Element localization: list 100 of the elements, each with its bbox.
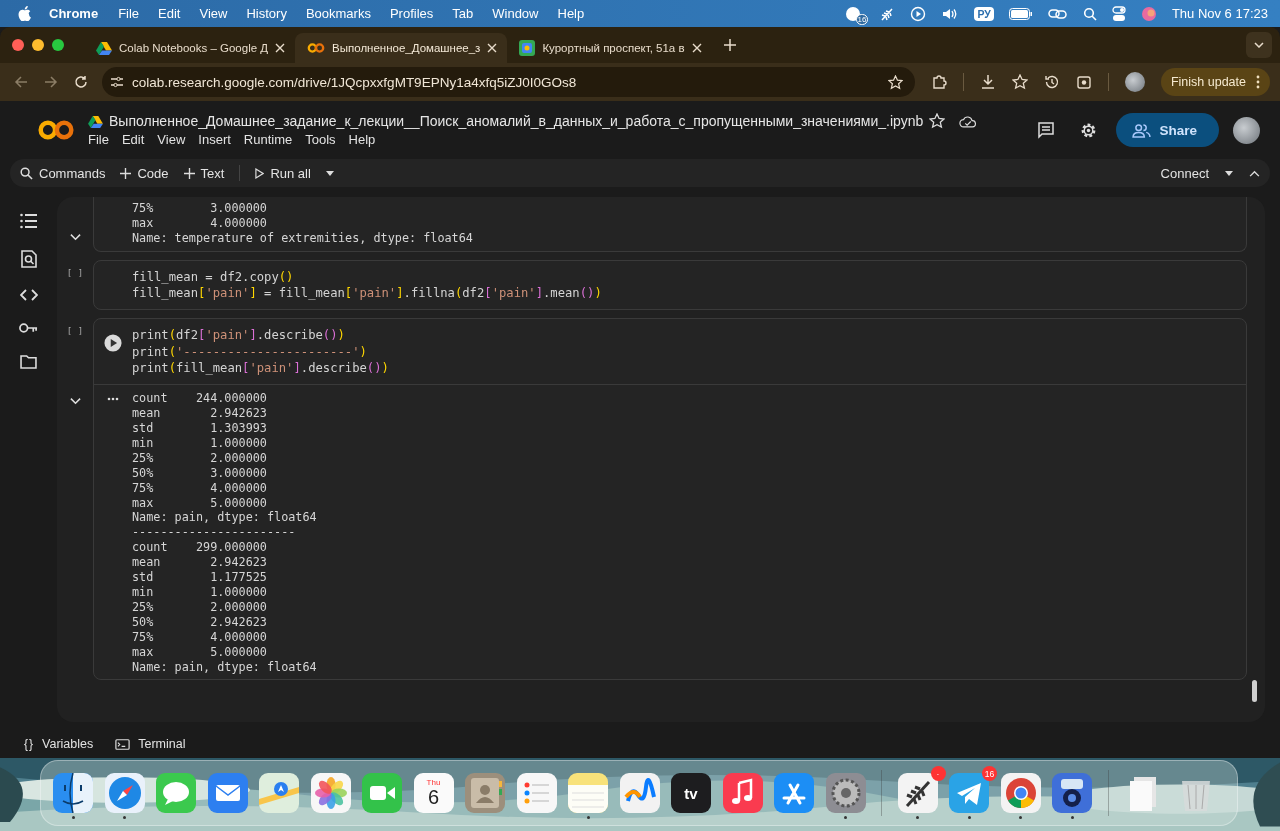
menu-item[interactable]: View (157, 132, 186, 147)
chat-bubble-icon[interactable] (156, 773, 196, 813)
connect-button[interactable]: Connect (1160, 165, 1209, 181)
code-line[interactable]: print(df2['pain'].describe()) (132, 327, 345, 344)
collapse-caret-icon[interactable] (1249, 169, 1260, 177)
address-field[interactable]: colab.research.google.com/drive/1JQcpxxfgMT9EPNy1a4xfq5iZJ0I0GOs8 (102, 67, 915, 97)
music-note-icon[interactable] (722, 773, 763, 813)
camera-search-icon[interactable] (1075, 74, 1092, 90)
plus-icon[interactable] (120, 167, 132, 179)
play-circle-icon[interactable] (910, 5, 927, 22)
chrome-icon[interactable] (1000, 773, 1041, 813)
scribble-icon[interactable] (619, 773, 660, 813)
close-icon[interactable] (487, 43, 498, 53)
key-icon[interactable] (19, 322, 38, 334)
run-cell-button[interactable] (104, 334, 122, 353)
toggles-icon[interactable] (1111, 5, 1126, 22)
commands-button[interactable]: Commands (20, 165, 106, 181)
menu-item[interactable]: Help (348, 132, 376, 147)
cloud-check-icon[interactable] (959, 114, 978, 128)
terminal-icon[interactable] (115, 738, 131, 750)
code-line[interactable]: print('-----------------------') (132, 343, 367, 360)
map-icon[interactable] (259, 773, 299, 813)
notepad-icon[interactable] (568, 773, 608, 813)
terminal-button[interactable]: Terminal (115, 737, 186, 751)
flower-icon[interactable] (310, 773, 351, 813)
menu-item[interactable]: File (88, 132, 109, 147)
add-text-button[interactable]: Text (183, 165, 225, 181)
menu-item[interactable]: Runtime (243, 132, 293, 147)
menu-item[interactable]: Tools (305, 132, 336, 147)
zoom-window-button[interactable] (52, 39, 64, 51)
envelope-icon[interactable] (207, 773, 248, 813)
menu-item[interactable]: File (118, 6, 140, 21)
link-icon[interactable] (1047, 6, 1068, 21)
chevron-down-icon[interactable] (1254, 42, 1264, 48)
reload-icon[interactable] (74, 75, 88, 89)
notebook-title[interactable]: Выполненное_Домашнее_задание_к_лекции__Поиск_аномалий_в_данных_и_работа_с_пропущенными_значениями_.ipynb (109, 113, 924, 129)
search-icon[interactable] (20, 166, 33, 180)
battery-icon[interactable] (1008, 7, 1033, 20)
chevron-down-icon[interactable] (70, 231, 81, 242)
scrollbar-thumb[interactable] (1252, 680, 1257, 702)
code-line[interactable]: fill_mean['pain'] = fill_mean['pain'].fillna(df2['pain'].mean()) (132, 285, 602, 302)
star-icon[interactable] (887, 74, 903, 90)
star-icon[interactable] (1011, 74, 1028, 90)
tv-icon[interactable]: tv (671, 773, 711, 813)
list-icon[interactable] (19, 213, 38, 229)
history-icon[interactable] (1043, 74, 1060, 90)
share-button[interactable]: Share (1116, 113, 1219, 147)
play-icon[interactable] (255, 167, 265, 179)
star-icon[interactable] (929, 113, 946, 129)
menu-item[interactable]: Edit (121, 132, 145, 147)
menu-item[interactable]: History (246, 6, 287, 21)
find-document-icon[interactable] (20, 250, 37, 268)
site-settings-icon[interactable] (110, 76, 124, 88)
menu-item[interactable]: Insert (198, 132, 231, 147)
tab-search-button[interactable] (1246, 32, 1272, 58)
profile-avatar[interactable] (1233, 116, 1260, 144)
code-line[interactable]: fill_mean = df2.copy() (132, 268, 294, 285)
variables-button[interactable]: {} Variables (24, 737, 94, 751)
minimize-window-button[interactable] (32, 39, 44, 51)
gear-icon[interactable] (825, 773, 866, 813)
menu-item[interactable]: Help (557, 6, 585, 21)
clock[interactable]: Thu Nov 6 17:23 (1171, 6, 1268, 21)
browser-tab[interactable]: Курортный проспект, 51а в (507, 33, 712, 63)
menu-item[interactable]: View (199, 6, 228, 21)
code-line[interactable]: print(fill_mean['pain'].describe()) (132, 359, 389, 377)
menu-item[interactable]: Edit (158, 6, 181, 21)
folder-icon[interactable] (20, 355, 37, 369)
plus-icon[interactable] (723, 39, 736, 51)
menu-item[interactable]: Profiles (389, 6, 434, 21)
menu-item[interactable]: Tab (452, 6, 474, 21)
add-code-button[interactable]: Code (120, 165, 169, 181)
close-icon[interactable] (691, 43, 702, 53)
more-vert-icon[interactable] (1256, 75, 1260, 89)
browser-tab[interactable]: Colab Notebooks – Google Д (84, 33, 296, 63)
close-window-button[interactable] (12, 39, 24, 51)
chevron-down-icon[interactable] (70, 395, 81, 407)
dropdown-caret-icon[interactable] (1225, 170, 1233, 176)
checklist-icon[interactable] (516, 773, 557, 813)
run-all-button[interactable]: Run all (255, 165, 311, 181)
face-icon[interactable] (53, 773, 93, 813)
keyboard-layout[interactable]: РУ (974, 6, 994, 21)
profile-avatar[interactable] (1124, 72, 1145, 92)
wheat-icon[interactable] (897, 773, 938, 813)
back-arrow-icon[interactable] (14, 75, 28, 89)
app-store-icon[interactable] (774, 773, 814, 813)
code-brackets-icon[interactable] (19, 289, 38, 301)
lens-icon[interactable] (1052, 773, 1092, 813)
menu-item[interactable]: Bookmarks (305, 6, 371, 21)
finish-update-button[interactable]: Finish update (1160, 68, 1270, 96)
video-camera-icon[interactable] (362, 773, 402, 813)
browser-tab[interactable]: Выполненное_Домашнее_з (295, 33, 508, 63)
forward-arrow-icon[interactable] (44, 75, 58, 89)
download-icon[interactable] (979, 74, 996, 90)
plus-icon[interactable] (183, 167, 195, 179)
comment-icon[interactable] (1037, 121, 1056, 139)
apple-logo-icon[interactable] (18, 6, 31, 21)
more-dots-icon[interactable] (107, 397, 119, 402)
puzzle-icon[interactable] (930, 74, 947, 90)
calendar-icon[interactable]: Thu 6 (413, 773, 454, 813)
compass-icon[interactable] (104, 773, 145, 813)
